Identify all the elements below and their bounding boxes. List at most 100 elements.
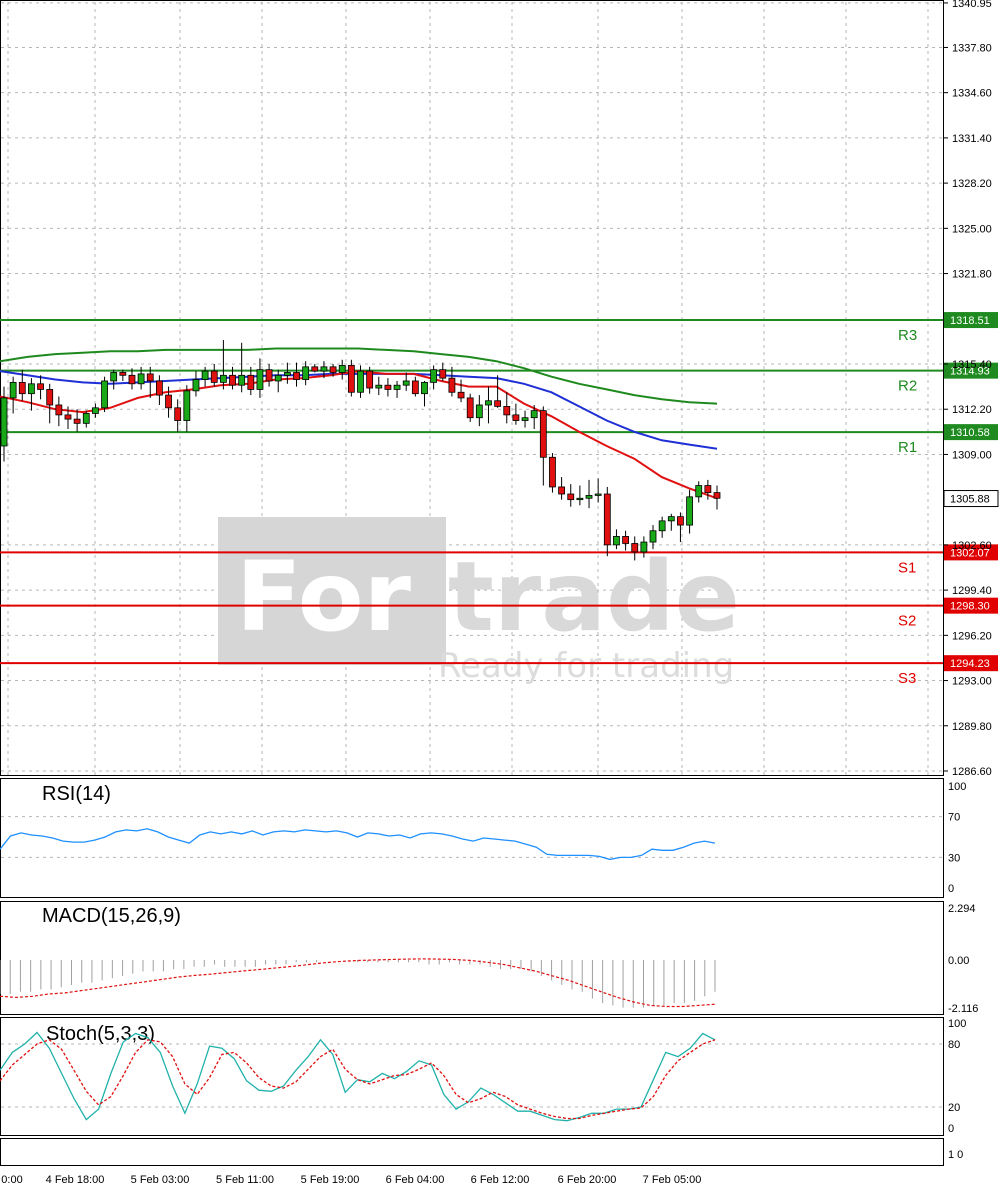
candle-body: [247, 374, 255, 390]
level-price-label: 1310.58: [950, 427, 990, 439]
candle-body: [466, 397, 474, 419]
candle-body: [594, 493, 602, 496]
candle-body: [210, 370, 218, 383]
rsi-tick-label: 70: [948, 812, 960, 824]
stoch-tick-label: 20: [948, 1102, 960, 1114]
rsi-panel-frame: [0, 778, 944, 898]
macd-tick-label: 2.294: [948, 903, 976, 915]
rsi-tick-label: 30: [948, 852, 960, 864]
candle-body: [411, 380, 419, 395]
candle-body: [439, 369, 447, 379]
candle-body: [338, 365, 346, 373]
level-price-label: 1318.51: [950, 315, 990, 327]
level-price-label: 1298.30: [950, 601, 990, 613]
candle-body: [82, 413, 90, 424]
price-tick-label: 1321.80: [952, 269, 992, 281]
watermark-tagline: Ready for trading: [438, 646, 734, 686]
candle-body: [329, 366, 337, 373]
candle-body: [421, 381, 428, 395]
stoch-tick-label: 80: [948, 1039, 960, 1051]
price-tick-label: 1289.80: [952, 721, 992, 733]
candle-body: [448, 377, 456, 393]
price-tick-label: 1296.20: [952, 630, 992, 642]
candle-body: [658, 520, 666, 532]
stoch-tick-label: 0: [948, 1123, 954, 1135]
price-tick-label: 1299.40: [952, 585, 992, 597]
candle-body: [256, 369, 264, 390]
candle-body: [119, 372, 127, 376]
price-tick-label: 1340.95: [952, 0, 992, 10]
price-tick-label: 1312.20: [952, 404, 992, 416]
price-chart: For trade Ready for trading 1318.51 R3 131…: [0, 0, 999, 1186]
candle-body: [101, 380, 108, 409]
candle-body: [347, 365, 355, 393]
candle-body: [539, 410, 547, 458]
price-tick-label: 1286.60: [952, 766, 992, 778]
candle-body: [37, 383, 44, 390]
candle-body: [485, 400, 492, 406]
candle-body: [293, 372, 300, 380]
candle-body: [311, 366, 319, 372]
candle-body: [73, 418, 81, 424]
candle-body: [165, 394, 172, 409]
time-tick-label: 6 Feb 12:00: [471, 1174, 530, 1186]
candle-body: [192, 379, 200, 392]
candle-body: [475, 404, 483, 419]
candle-body: [530, 410, 538, 419]
candle-body: [640, 541, 648, 553]
candle-body: [622, 536, 629, 544]
stoch-tick-label: 100: [948, 1018, 966, 1030]
rsi-indicator: 100 70 30 0: [0, 781, 966, 895]
candle-body: [283, 372, 291, 376]
bottom-panel-label: 1 0: [948, 1149, 963, 1161]
candle-body: [229, 374, 236, 386]
candle-body: [603, 493, 611, 546]
candle-body: [567, 493, 575, 501]
candle-body: [667, 516, 675, 522]
candle-body: [110, 372, 118, 382]
macd-label: MACD(15,26,9): [42, 905, 181, 927]
time-tick-label: 0:00: [1, 1174, 22, 1186]
time-tick-label: 5 Feb 03:00: [131, 1174, 190, 1186]
time-tick-label: 6 Feb 04:00: [386, 1174, 445, 1186]
level-name-label: R3: [898, 327, 917, 344]
candle-body: [64, 414, 72, 420]
candle-body: [357, 370, 364, 393]
time-tick-label: 7 Feb 05:00: [643, 1174, 702, 1186]
level-name-label: R2: [898, 378, 917, 395]
candle-body: [649, 530, 657, 543]
level-name-label: S1: [898, 559, 916, 576]
candle-body: [46, 389, 54, 406]
candle-body: [393, 384, 401, 390]
rsi-tick-label: 0: [948, 883, 954, 895]
candle-body: [55, 404, 63, 416]
candle-body: [677, 516, 684, 526]
level-name-label: S3: [898, 670, 916, 687]
candle-body: [549, 456, 556, 488]
candle-body: [9, 381, 17, 399]
current-price-label: 1305.88: [950, 494, 990, 506]
time-tick-label: 4 Feb 18:00: [46, 1174, 105, 1186]
candle-body: [631, 543, 639, 553]
level-name-label: S2: [898, 613, 916, 630]
watermark-brand-a: For: [236, 541, 412, 653]
candle-body: [576, 497, 584, 501]
level-name-label: R1: [898, 439, 917, 456]
rsi-label: RSI(14): [42, 783, 111, 805]
candle-body: [265, 369, 273, 382]
candle-body: [28, 383, 35, 395]
price-tick-label: 1328.20: [952, 178, 992, 190]
candle-body: [18, 381, 26, 395]
price-tick-label: 1334.60: [952, 88, 992, 100]
candle-body: [137, 373, 145, 385]
candle-body: [558, 486, 566, 495]
watermark-brand-b: trade: [448, 541, 740, 653]
rsi-line: [0, 828, 716, 861]
candle-body: [274, 374, 282, 382]
candle-body: [183, 390, 191, 421]
price-tick-label: 1315.40: [952, 359, 992, 371]
time-tick-label: 5 Feb 11:00: [216, 1174, 274, 1186]
candle-body: [0, 397, 8, 447]
price-tick-label: 1325.00: [952, 223, 992, 235]
candle-body: [219, 374, 227, 383]
